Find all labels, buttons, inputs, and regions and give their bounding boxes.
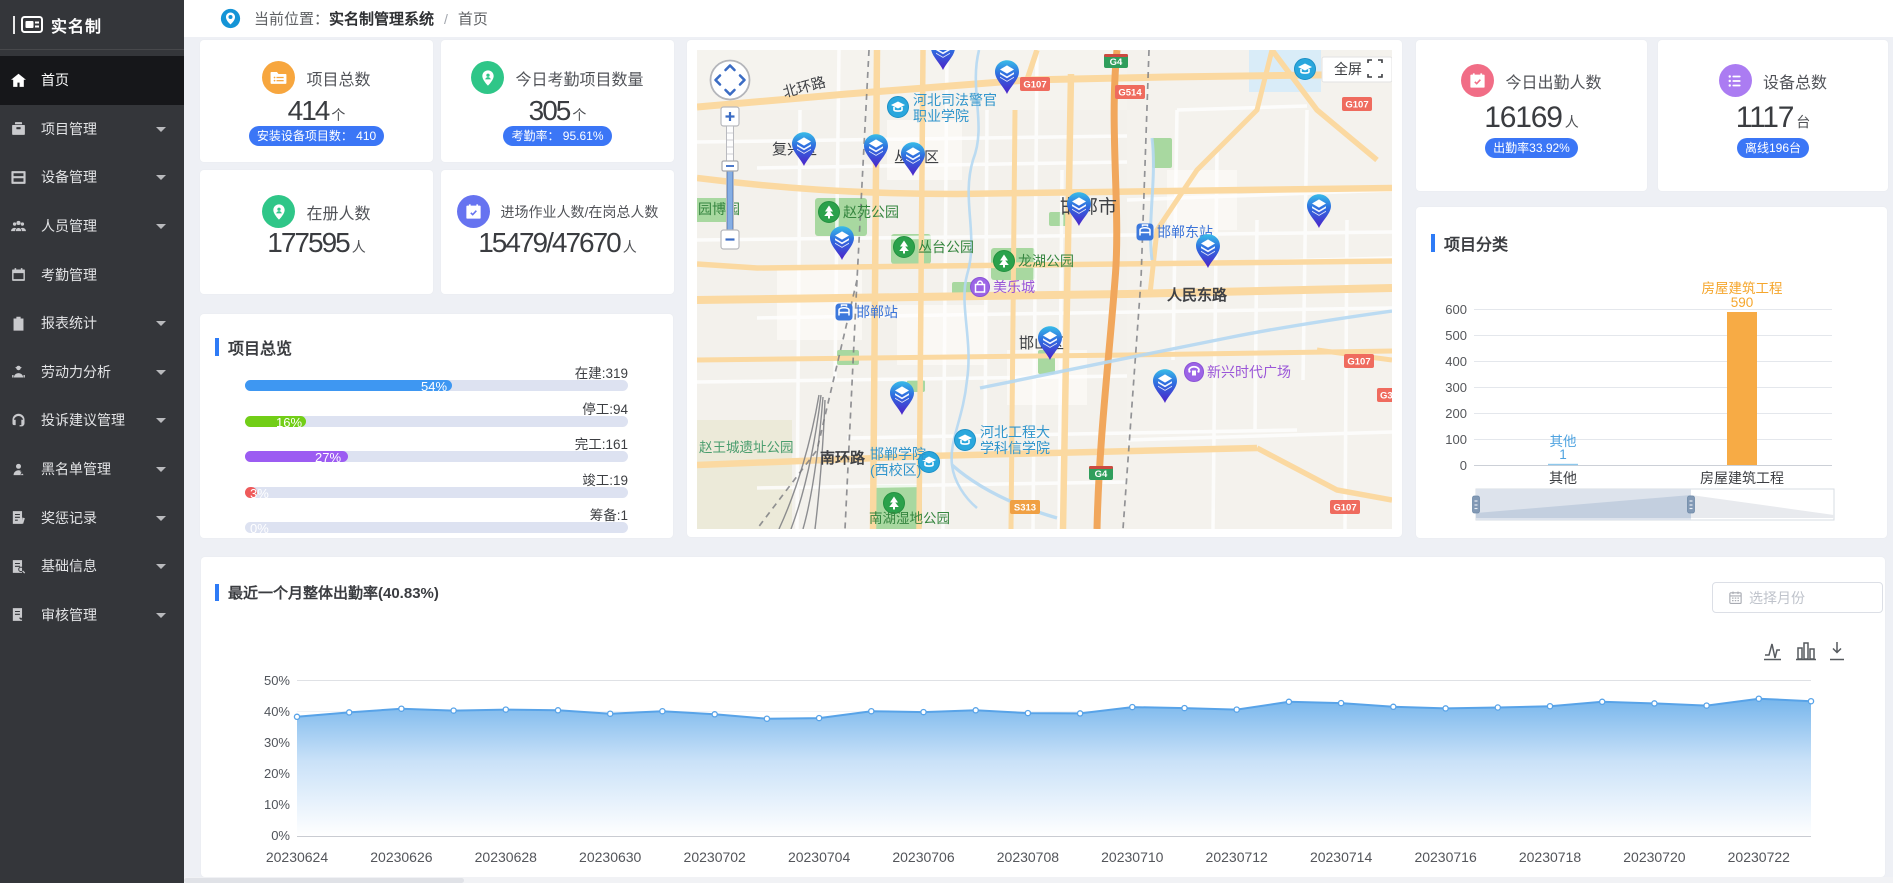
svg-text:20230630: 20230630 [579, 849, 642, 865]
svg-text:其他: 其他 [1549, 470, 1577, 486]
svg-text:房屋建筑工程: 房屋建筑工程 [1702, 281, 1783, 296]
svg-text:房屋建筑工程: 房屋建筑工程 [1700, 470, 1784, 486]
svg-text:30%: 30% [264, 735, 290, 750]
svg-text:300: 300 [1445, 380, 1467, 395]
svg-text:0: 0 [1460, 458, 1467, 473]
svg-text:美乐城: 美乐城 [993, 279, 1035, 295]
svg-text:人民东路: 人民东路 [1167, 286, 1228, 304]
svg-text:40%: 40% [264, 704, 290, 719]
svg-text:20230624: 20230624 [266, 849, 329, 865]
svg-text:G107: G107 [1023, 80, 1046, 91]
svg-text:20230626: 20230626 [370, 849, 433, 865]
svg-text:河北工程大: 河北工程大 [980, 424, 1050, 440]
svg-text:20230720: 20230720 [1623, 849, 1686, 865]
svg-text:(西校区): (西校区) [870, 462, 921, 478]
svg-text:G4: G4 [1095, 469, 1108, 480]
svg-text:20230702: 20230702 [684, 849, 747, 865]
svg-text:G107: G107 [1345, 100, 1368, 111]
svg-text:20%: 20% [264, 766, 290, 781]
svg-text:南湖湿地公园: 南湖湿地公园 [869, 511, 950, 526]
svg-text:20230710: 20230710 [1101, 849, 1164, 865]
svg-text:10%: 10% [264, 797, 290, 812]
svg-text:0%: 0% [271, 828, 290, 843]
svg-text:S313: S313 [1014, 503, 1036, 514]
svg-text:20230712: 20230712 [1206, 849, 1269, 865]
svg-text:20230716: 20230716 [1414, 849, 1477, 865]
svg-text:邯郸学院: 邯郸学院 [870, 446, 926, 462]
svg-text:600: 600 [1445, 302, 1467, 317]
svg-text:丛台公园: 丛台公园 [918, 239, 974, 255]
svg-text:G107: G107 [1333, 503, 1356, 514]
svg-text:邯郸站: 邯郸站 [856, 304, 898, 320]
svg-text:G107: G107 [1347, 357, 1370, 368]
svg-text:20230706: 20230706 [892, 849, 955, 865]
svg-text:学科信学院: 学科信学院 [980, 440, 1050, 456]
svg-text:新兴时代广场: 新兴时代广场 [1207, 364, 1291, 380]
svg-text:500: 500 [1445, 328, 1467, 343]
svg-text:赵苑公园: 赵苑公园 [843, 204, 899, 220]
svg-text:全屏: 全屏 [1334, 61, 1362, 77]
svg-text:400: 400 [1445, 354, 1467, 369]
svg-text:20230708: 20230708 [997, 849, 1060, 865]
svg-text:20230704: 20230704 [788, 849, 851, 865]
svg-text:职业学院: 职业学院 [913, 108, 969, 124]
svg-text:200: 200 [1445, 406, 1467, 421]
svg-text:20230722: 20230722 [1728, 849, 1791, 865]
svg-text:1: 1 [1559, 447, 1567, 462]
svg-text:南环路: 南环路 [820, 449, 866, 467]
svg-text:20230714: 20230714 [1310, 849, 1373, 865]
svg-text:G4: G4 [1110, 57, 1123, 68]
svg-text:50%: 50% [264, 673, 290, 688]
svg-text:20230628: 20230628 [475, 849, 538, 865]
svg-text:赵王城遗址公园: 赵王城遗址公园 [699, 440, 794, 455]
svg-text:G514: G514 [1118, 88, 1142, 99]
svg-text:20230718: 20230718 [1519, 849, 1582, 865]
svg-text:龙湖公园: 龙湖公园 [1018, 253, 1074, 269]
svg-text:G30: G30 [1380, 391, 1392, 402]
svg-text:河北司法警官: 河北司法警官 [913, 92, 997, 108]
svg-text:100: 100 [1445, 432, 1467, 447]
svg-text:590: 590 [1731, 295, 1754, 310]
